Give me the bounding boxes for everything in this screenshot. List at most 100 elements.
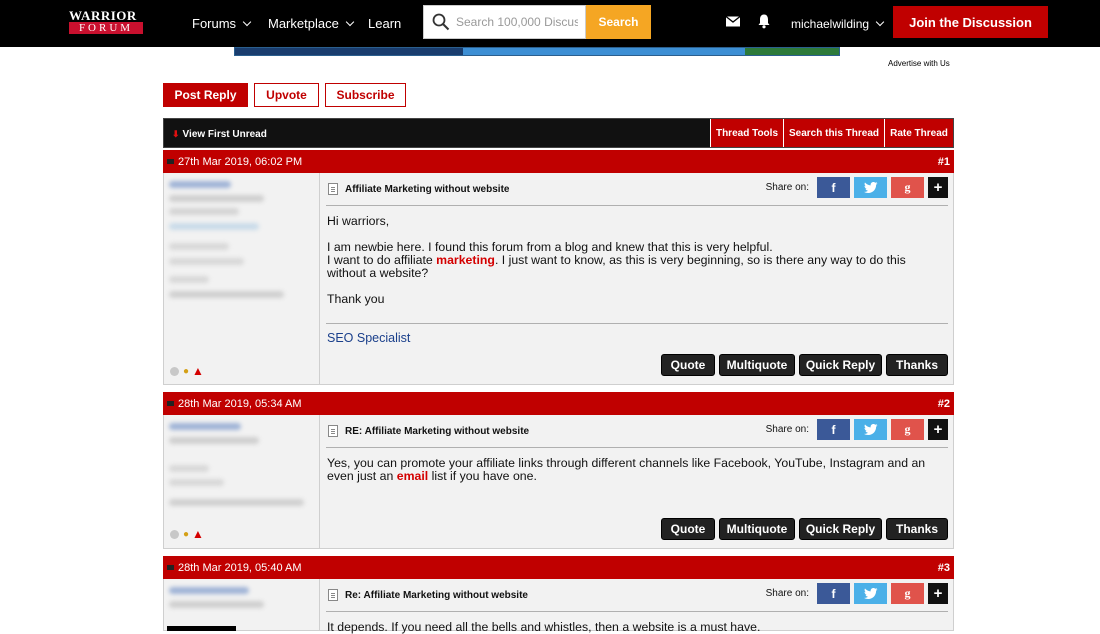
facebook-icon[interactable]: f — [817, 177, 850, 198]
twitter-icon[interactable] — [854, 583, 887, 604]
quick-reply-button[interactable]: Quick Reply — [799, 354, 882, 376]
quote-button[interactable]: Quote — [661, 518, 715, 540]
nav-forums[interactable]: Forums — [192, 0, 252, 47]
plus-icon[interactable]: + — [928, 419, 948, 440]
post-title-row: Affiliate Marketing without website Shar… — [326, 173, 948, 206]
search-input[interactable] — [456, 15, 578, 29]
user-menu[interactable]: michaelwilding — [791, 0, 885, 47]
blurred-user-info — [169, 208, 239, 215]
chevron-down-icon — [242, 17, 252, 26]
join-discussion-button[interactable]: Join the Discussion — [893, 6, 1048, 38]
user-status-icons: ● ▲ — [170, 364, 204, 378]
user-rank-bar — [167, 626, 236, 631]
logo-text-bottom: FORUM — [69, 22, 143, 34]
post-header: 27th Mar 2019, 06:02 PM #1 — [163, 150, 954, 173]
nav-forums-label: Forums — [192, 16, 237, 31]
twitter-icon[interactable] — [854, 177, 887, 198]
post-number[interactable]: #2 — [938, 398, 950, 410]
signature-link[interactable]: SEO Specialist — [327, 331, 410, 345]
twitter-icon[interactable] — [854, 419, 887, 440]
mail-icon[interactable] — [725, 13, 741, 29]
google-plus-icon[interactable]: g — [891, 419, 924, 440]
bell-icon[interactable] — [756, 13, 772, 29]
signature-divider — [326, 323, 948, 324]
thread-tools-button[interactable]: Thread Tools — [710, 119, 783, 147]
nav-marketplace[interactable]: Marketplace — [268, 0, 355, 47]
thanks-button[interactable]: Thanks — [886, 354, 948, 376]
post-title: RE: Affiliate Marketing without website — [345, 425, 530, 437]
share-label: Share on: — [765, 182, 809, 193]
nav-learn[interactable]: Learn — [368, 0, 401, 47]
chevron-down-icon — [345, 17, 355, 26]
post-body: ● ▲ Affiliate Marketing without website … — [163, 173, 954, 385]
blurred-user-info — [169, 195, 264, 202]
advertise-link[interactable]: Advertise with Us — [888, 59, 950, 68]
post-date-text: 28th Mar 2019, 05:34 AM — [178, 397, 302, 410]
post-number[interactable]: #1 — [938, 156, 950, 168]
blurred-user-info — [169, 243, 229, 250]
blurred-user-info — [169, 223, 259, 230]
nav-learn-label: Learn — [368, 16, 402, 31]
thread-tools-bar: ⬇ View First Unread Thread Tools Search … — [163, 118, 954, 148]
google-plus-icon[interactable]: g — [891, 583, 924, 604]
facebook-icon[interactable]: f — [817, 419, 850, 440]
keyword-link[interactable]: marketing — [436, 253, 495, 267]
ad-banner-left — [235, 48, 463, 55]
share-label: Share on: — [765, 424, 809, 435]
blurred-user-info — [169, 258, 244, 265]
post-title-row: RE: Affiliate Marketing without website … — [326, 415, 948, 448]
thanks-button[interactable]: Thanks — [886, 518, 948, 540]
multiquote-button[interactable]: Multiquote — [719, 518, 795, 540]
user-info-panel — [164, 579, 320, 631]
post-reply-button[interactable]: Post Reply — [163, 83, 248, 107]
warrior-forum-logo[interactable]: WARRIOR FORUM — [69, 9, 143, 35]
post-header: 28th Mar 2019, 05:34 AM #2 — [163, 392, 954, 415]
share-bar: Share on: f g + — [766, 177, 948, 198]
post-number[interactable]: #3 — [938, 562, 950, 574]
plus-icon[interactable]: + — [928, 177, 948, 198]
reputation-icon[interactable]: ● — [183, 529, 189, 540]
post-greeting: Hi warriors, — [327, 214, 390, 228]
user-info-panel: ● ▲ — [164, 173, 320, 384]
share-bar: Share on: f g + — [766, 419, 948, 440]
blurred-user-info — [169, 465, 209, 472]
share-bar: Share on: f g + — [766, 583, 948, 604]
keyword-link[interactable]: email — [397, 469, 428, 483]
blurred-user-info — [169, 479, 224, 486]
google-plus-icon[interactable]: g — [891, 177, 924, 198]
view-first-unread[interactable]: ⬇ View First Unread — [172, 119, 267, 149]
share-label: Share on: — [765, 588, 809, 599]
blurred-username — [169, 587, 249, 594]
warning-icon[interactable]: ▲ — [192, 364, 204, 378]
post-content: Affiliate Marketing without website Shar… — [321, 173, 953, 384]
search-icon — [432, 13, 450, 31]
search-bar: Search — [423, 5, 651, 39]
search-field[interactable] — [423, 5, 586, 39]
quick-reply-button[interactable]: Quick Reply — [799, 518, 882, 540]
document-icon — [328, 183, 338, 195]
multiquote-button[interactable]: Multiquote — [719, 354, 795, 376]
post-date: 28th Mar 2019, 05:34 AM — [167, 398, 302, 410]
post-date-text: 27th Mar 2019, 06:02 PM — [178, 155, 303, 168]
subscribe-button[interactable]: Subscribe — [325, 83, 406, 107]
post-body: ● ▲ RE: Affiliate Marketing without webs… — [163, 415, 954, 549]
post-icon — [167, 401, 174, 406]
post-content: Re: Affiliate Marketing without website … — [321, 579, 953, 634]
blurred-user-info — [169, 437, 259, 444]
quote-button[interactable]: Quote — [661, 354, 715, 376]
upvote-button[interactable]: Upvote — [254, 83, 319, 107]
reputation-icon[interactable]: ● — [183, 366, 189, 377]
facebook-icon[interactable]: f — [817, 583, 850, 604]
document-icon — [328, 589, 338, 601]
rate-thread-button[interactable]: Rate Thread — [884, 119, 953, 147]
post-content: RE: Affiliate Marketing without website … — [321, 415, 953, 548]
ad-banner[interactable] — [234, 47, 840, 56]
post-icon — [167, 159, 174, 164]
warning-icon[interactable]: ▲ — [192, 527, 204, 541]
plus-icon[interactable]: + — [928, 583, 948, 604]
post-title-row: Re: Affiliate Marketing without website … — [326, 579, 948, 612]
search-button[interactable]: Search — [586, 5, 651, 39]
blurred-user-info — [169, 601, 264, 608]
offline-status-icon — [170, 366, 179, 376]
search-thread-button[interactable]: Search this Thread — [783, 119, 884, 147]
